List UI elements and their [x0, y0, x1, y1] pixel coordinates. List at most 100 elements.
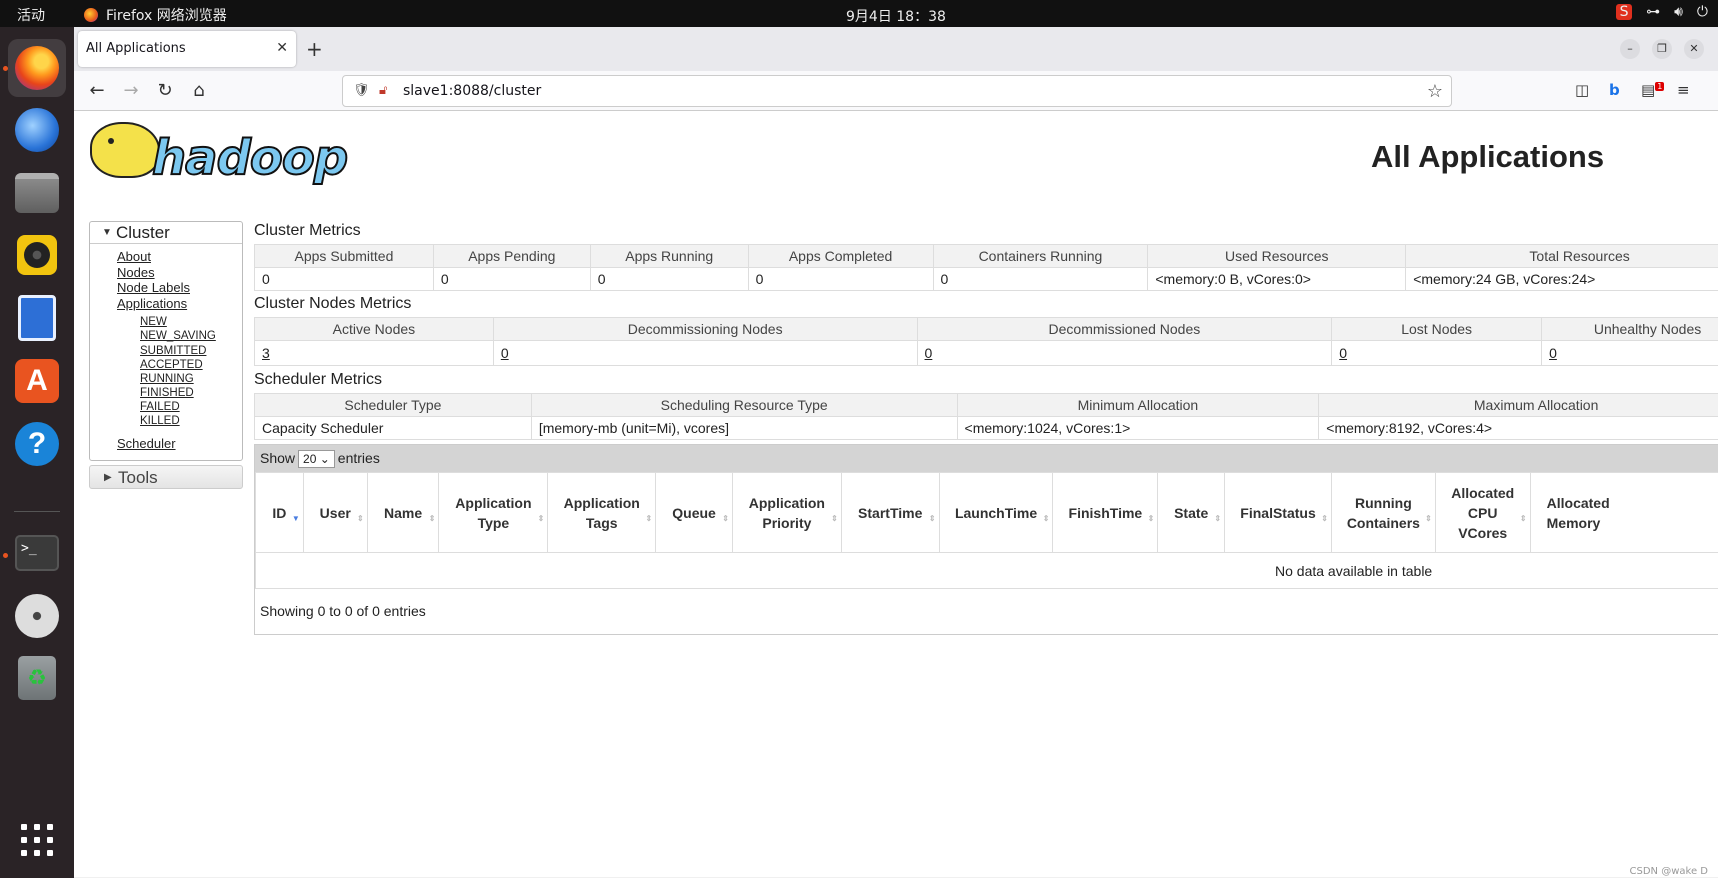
table-cell: 0 — [932, 267, 1149, 291]
column-label: Allocated — [1546, 494, 1610, 511]
link-node-labels[interactable]: Node Labels — [117, 280, 242, 296]
link-state-failed[interactable]: FAILED — [140, 400, 242, 414]
cluster-metrics-title: Cluster Metrics — [254, 222, 361, 239]
hadoop-logo[interactable]: hadoop — [90, 120, 370, 187]
bing-icon[interactable]: b — [1609, 81, 1620, 99]
show-apps-icon[interactable] — [21, 824, 53, 856]
url-text[interactable]: slave1:8088/cluster — [403, 83, 541, 99]
unhealthy-nodes-link[interactable]: 0 — [1549, 345, 1557, 361]
link-applications[interactable]: Applications — [117, 296, 242, 312]
page-content: hadoop All Applications ▼ Cluster About … — [74, 112, 1718, 878]
minimize-icon[interactable]: – — [1620, 39, 1640, 59]
link-about[interactable]: About — [117, 249, 242, 265]
dock-help[interactable]: ? — [8, 415, 66, 473]
dock-writer[interactable] — [8, 289, 66, 347]
active-nodes-link[interactable]: 3 — [262, 345, 270, 361]
input-method-icon[interactable]: S — [1616, 4, 1633, 20]
tab-all-applications[interactable]: All Applications ✕ — [78, 31, 296, 67]
forward-icon[interactable]: → — [120, 80, 142, 101]
dock-app-center[interactable]: A — [8, 352, 66, 410]
link-state-running[interactable]: RUNNING — [140, 372, 242, 386]
column-header-id[interactable]: ID ▼ — [255, 472, 304, 553]
url-bar[interactable]: 🛡︎ 🔓︎ slave1:8088/cluster ☆ — [342, 75, 1452, 107]
decommissioned-nodes-link[interactable]: 0 — [925, 345, 933, 361]
dock-terminal[interactable]: >_ — [8, 524, 66, 582]
link-state-accepted[interactable]: ACCEPTED — [140, 358, 242, 372]
dock-firefox[interactable] — [8, 39, 66, 97]
link-scheduler[interactable]: Scheduler — [117, 436, 242, 452]
activities-button[interactable]: 活动 — [17, 5, 45, 25]
dock-trash[interactable]: ♻ — [8, 649, 66, 707]
column-header-launch-time[interactable]: LaunchTime ⇕ — [938, 472, 1054, 553]
dock-files[interactable] — [8, 164, 66, 222]
tab-bar: All Applications ✕ + – ❐ ✕ — [74, 27, 1718, 71]
system-tray[interactable]: S ⊶ 🔊︎ ⏻ — [1616, 4, 1708, 20]
nav-bar: ← → ↻ ⌂ 🛡︎ 🔓︎ slave1:8088/cluster ☆ ◫ b … — [74, 71, 1718, 111]
restore-icon[interactable]: ❐ — [1652, 39, 1672, 59]
column-header-running-containers[interactable]: Running Containers ⇕ — [1330, 472, 1436, 553]
column-label: Application — [748, 494, 825, 511]
table-header: Minimum Allocation — [956, 393, 1320, 417]
link-state-finished[interactable]: FINISHED — [140, 386, 242, 400]
column-header-start-time[interactable]: StartTime ⇕ — [840, 472, 940, 553]
column-header-allocated-cpu-vcores[interactable]: Allocated CPU VCores ⇕ — [1434, 472, 1531, 553]
column-header-queue[interactable]: Queue ⇕ — [655, 472, 733, 553]
sort-icon: ⇕ — [645, 514, 653, 523]
volume-icon[interactable]: 🔊︎ — [1674, 4, 1683, 20]
page-size-select[interactable]: 20 ⌄ — [298, 450, 335, 469]
link-state-new[interactable]: NEW — [140, 315, 242, 329]
table-header: Decommissioning Nodes — [492, 317, 918, 341]
insecure-lock-icon[interactable]: 🔓︎ — [379, 83, 387, 98]
tools-header[interactable]: ▶ Tools — [89, 464, 243, 489]
bookmark-star-icon[interactable]: ☆ — [1427, 81, 1443, 102]
datatable-length: Show 20 ⌄ entries — [255, 445, 1718, 472]
decommissioning-nodes-link[interactable]: 0 — [501, 345, 509, 361]
column-header-final-status[interactable]: FinalStatus ⇕ — [1224, 472, 1332, 553]
reload-icon[interactable]: ↻ — [154, 80, 176, 101]
column-header-finish-time[interactable]: FinishTime ⇕ — [1052, 472, 1159, 553]
clock[interactable]: 9月4日 18：38 — [846, 6, 946, 26]
column-label: ID — [272, 504, 287, 521]
table-header: Maximum Allocation — [1318, 393, 1718, 417]
tracking-shield-icon[interactable]: 🛡︎ — [353, 83, 370, 98]
table-cell: 0 — [747, 267, 934, 291]
home-icon[interactable]: ⌂ — [188, 80, 210, 101]
table-cell: 0 — [254, 267, 434, 291]
tab-title: All Applications — [86, 41, 186, 56]
column-header-application-tags[interactable]: Application Tags ⇕ — [547, 472, 657, 553]
dock-rhythmbox[interactable] — [8, 226, 66, 284]
table-cell: <memory:8192, vCores:4> — [1318, 416, 1718, 440]
lost-nodes-link[interactable]: 0 — [1339, 345, 1347, 361]
pocket-icon[interactable]: ◫ — [1575, 81, 1589, 99]
link-state-new-saving[interactable]: NEW_SAVING — [140, 329, 242, 343]
close-window-icon[interactable]: ✕ — [1684, 39, 1704, 59]
thunderbird-icon — [15, 108, 59, 152]
menu-icon[interactable]: ≡ — [1677, 81, 1690, 99]
column-header-allocated-memory[interactable]: Allocated Memory — [1529, 472, 1718, 553]
column-header-application-priority[interactable]: Application Priority ⇕ — [731, 472, 842, 553]
cluster-header[interactable]: ▼ Cluster — [90, 222, 242, 244]
column-label: StartTime — [858, 504, 923, 521]
new-tab-icon[interactable]: + — [306, 37, 323, 61]
app-menu[interactable]: Firefox 网络浏览器 — [84, 5, 227, 25]
sort-icon: ⇕ — [1147, 514, 1155, 523]
link-state-killed[interactable]: KILLED — [140, 414, 242, 428]
dock-thunderbird[interactable] — [8, 101, 66, 159]
writer-icon — [18, 295, 56, 341]
extensions-icon[interactable]: ▤ 1 — [1641, 81, 1665, 99]
link-nodes[interactable]: Nodes — [117, 265, 242, 281]
power-icon[interactable]: ⏻ — [1697, 4, 1708, 20]
column-header-user[interactable]: User ⇕ — [302, 472, 368, 553]
table-header: Unhealthy Nodes — [1541, 317, 1718, 341]
column-header-application-type[interactable]: Application Type ⇕ — [438, 472, 549, 553]
close-tab-icon[interactable]: ✕ — [276, 40, 288, 56]
cluster-metrics-table: Apps Submitted Apps Pending Apps Running… — [254, 244, 1718, 291]
column-header-state[interactable]: State ⇕ — [1157, 472, 1226, 553]
back-icon[interactable]: ← — [86, 80, 108, 101]
column-header-name[interactable]: Name ⇕ — [366, 472, 440, 553]
network-icon[interactable]: ⊶ — [1646, 4, 1660, 20]
link-state-submitted[interactable]: SUBMITTED — [140, 344, 242, 358]
table-cell: 3 — [254, 340, 494, 366]
dock-dvd[interactable] — [8, 587, 66, 645]
table-cell: [memory-mb (unit=Mi), vcores] — [530, 416, 958, 440]
